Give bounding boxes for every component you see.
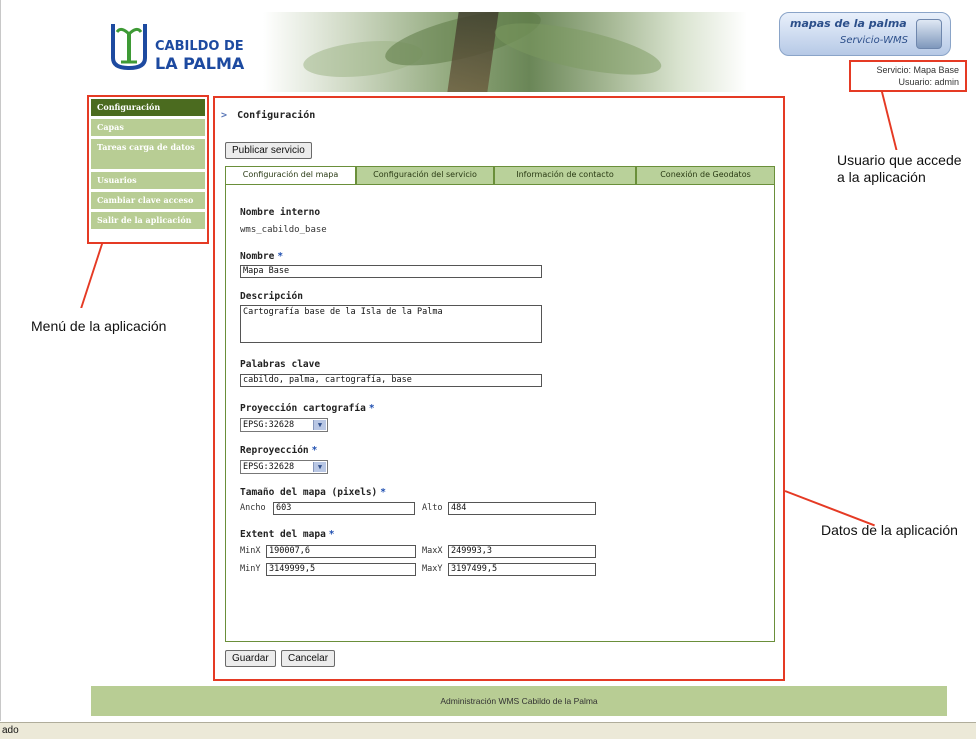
wms-logo-subtitle: Servicio-WMS — [840, 35, 908, 46]
description-textarea[interactable]: Cartografía base de la Isla de la Palma — [240, 305, 542, 343]
user-annotation-line — [881, 92, 898, 150]
user-info-box: Servicio: Mapa Base Usuario: admin — [849, 60, 967, 92]
wms-logo: mapas de la palma Servicio-WMS — [779, 12, 951, 56]
database-icon — [916, 19, 942, 49]
miny-input[interactable]: 3149999,5 — [266, 563, 416, 576]
data-annotation: Datos de la aplicación — [821, 522, 958, 538]
required-marker: * — [311, 445, 318, 456]
logo-text: CABILDO DE LA PALMA — [155, 38, 244, 72]
user-line: Usuario: admin — [898, 77, 959, 87]
maxx-label: MaxX — [422, 546, 443, 556]
chevron-down-icon: ▼ — [313, 462, 326, 472]
chevron-right-icon: > — [221, 110, 228, 121]
maxx-input[interactable]: 249993,3 — [448, 545, 596, 558]
required-marker: * — [328, 529, 335, 540]
cabildo-logo: CABILDO DE LA PALMA — [107, 18, 267, 78]
height-input[interactable]: 484 — [448, 502, 596, 515]
maxy-label: MaxY — [422, 564, 443, 574]
miny-label: MinY — [240, 564, 261, 574]
menu-item-salir[interactable]: Salir de la aplicación — [91, 212, 205, 229]
required-marker: * — [380, 487, 387, 498]
status-bar: ado — [0, 722, 976, 739]
tab-configuracion-mapa[interactable]: Configuración del mapa — [225, 166, 356, 184]
width-input[interactable]: 603 — [273, 502, 415, 515]
name-input[interactable]: Mapa Base — [240, 265, 542, 278]
save-button[interactable]: Guardar — [225, 650, 276, 667]
required-marker: * — [277, 251, 284, 262]
internal-name-value: wms_cabildo_base — [240, 225, 327, 235]
tab-bar: Configuración del mapa Configuración del… — [225, 166, 775, 184]
menu-annotation: Menú de la aplicación — [31, 318, 167, 334]
reprojection-label-text: Reproyección — [240, 445, 309, 456]
menu-item-cambiar-clave[interactable]: Cambiar clave acceso — [91, 192, 205, 209]
internal-name-label: Nombre interno — [240, 207, 321, 218]
projection-label: Proyección cartografía * — [240, 403, 375, 414]
keywords-input[interactable]: cabildo, palma, cartografía, base — [240, 374, 542, 387]
data-annotation-line — [784, 490, 875, 527]
menu-item-configuracion[interactable]: Configuración — [91, 99, 205, 116]
required-marker: * — [368, 403, 375, 414]
publish-service-button[interactable]: Publicar servicio — [225, 142, 312, 159]
wms-logo-title: mapas de la palma — [790, 17, 907, 30]
minx-input[interactable]: 190007,6 — [266, 545, 416, 558]
browser-frame: CABILDO DE LA PALMA mapas de la palma Se… — [0, 0, 976, 721]
map-size-label-text: Tamaño del mapa (pixels) — [240, 487, 378, 498]
extent-label-text: Extent del mapa — [240, 529, 326, 540]
footer: Administración WMS Cabildo de la Palma — [91, 686, 947, 716]
logo-line-1: CABILDO DE — [155, 39, 244, 54]
description-label: Descripción — [240, 291, 303, 302]
reprojection-select-value: EPSG:32628 — [243, 462, 295, 472]
app-menu: Configuración Capas Tareas carga de dato… — [87, 95, 209, 244]
chevron-down-icon: ▼ — [313, 420, 326, 430]
user-annotation: Usuario que accede a la aplicación — [837, 152, 962, 185]
breadcrumb: > Configuración — [221, 110, 315, 121]
tab-informacion-contacto[interactable]: Información de contacto — [494, 166, 636, 184]
reprojection-select[interactable]: EPSG:32628 ▼ — [240, 460, 328, 474]
projection-select[interactable]: EPSG:32628 ▼ — [240, 418, 328, 432]
menu-item-capas[interactable]: Capas — [91, 119, 205, 136]
projection-label-text: Proyección cartografía — [240, 403, 366, 414]
projection-select-value: EPSG:32628 — [243, 420, 295, 430]
tab-configuracion-servicio[interactable]: Configuración del servicio — [356, 166, 494, 184]
name-label-text: Nombre — [240, 251, 275, 262]
name-label: Nombre * — [240, 251, 283, 262]
header-banner-image — [263, 12, 747, 92]
main-panel: > Configuración Publicar servicio Config… — [213, 96, 785, 681]
cancel-button[interactable]: Cancelar — [281, 650, 336, 667]
reprojection-label: Reproyección * — [240, 445, 317, 456]
height-label: Alto — [422, 503, 443, 513]
menu-annotation-line — [80, 244, 103, 308]
width-label: Ancho — [240, 503, 266, 513]
menu-item-tareas-carga[interactable]: Tareas carga de datos — [91, 139, 205, 169]
logo-line-2: LA PALMA — [155, 54, 245, 73]
keywords-label: Palabras clave — [240, 359, 321, 370]
service-line: Servicio: Mapa Base — [876, 65, 959, 75]
tab-panel-configuracion-mapa: Nombre interno wms_cabildo_base Nombre * … — [225, 184, 775, 642]
maxy-input[interactable]: 3197499,5 — [448, 563, 596, 576]
map-size-label: Tamaño del mapa (pixels) * — [240, 487, 386, 498]
palm-emblem-icon — [111, 24, 147, 71]
breadcrumb-label: Configuración — [237, 110, 316, 121]
minx-label: MinX — [240, 546, 261, 556]
tab-conexion-geodatos[interactable]: Conexión de Geodatos — [636, 166, 775, 184]
extent-label: Extent del mapa * — [240, 529, 335, 540]
menu-item-usuarios[interactable]: Usuarios — [91, 172, 205, 189]
